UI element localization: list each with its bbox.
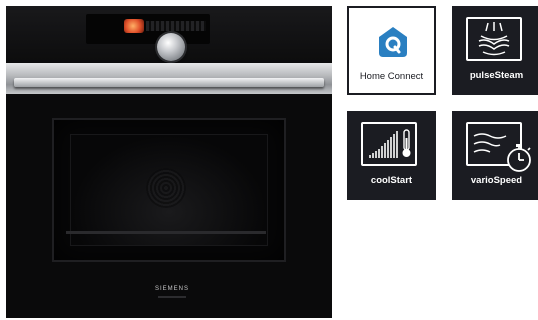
oven-door-trim [66, 231, 266, 234]
feature-tile-vario-speed: varioSpeed [452, 111, 538, 200]
feature-tile-home-connect: Home Connect [347, 6, 436, 95]
stopwatch-icon [507, 144, 531, 172]
oven-door-handle [14, 78, 324, 87]
oven-control-panel [6, 6, 332, 61]
feature-label: pulseSteam [469, 70, 524, 81]
oven-display-text [146, 21, 206, 31]
cool-start-icon [361, 122, 417, 166]
feature-label: varioSpeed [470, 175, 523, 186]
oven-brand-logo: SIEMENS [154, 286, 189, 292]
feature-label: coolStart [370, 175, 413, 186]
oven-display-icon [124, 19, 144, 33]
oven-window [52, 118, 286, 262]
oven-control-knob [157, 33, 185, 61]
feature-label: Home Connect [359, 71, 424, 82]
home-connect-icon [379, 27, 407, 57]
oven-image: SIEMENS [6, 6, 332, 318]
feature-tile-cool-start: coolStart [347, 111, 436, 200]
steam-icon [466, 17, 522, 61]
oven-fan-grill [146, 168, 186, 208]
oven-door: SIEMENS [6, 96, 332, 318]
oven-brand-underline [158, 296, 186, 298]
feature-tile-pulse-steam: pulseSteam [452, 6, 538, 95]
